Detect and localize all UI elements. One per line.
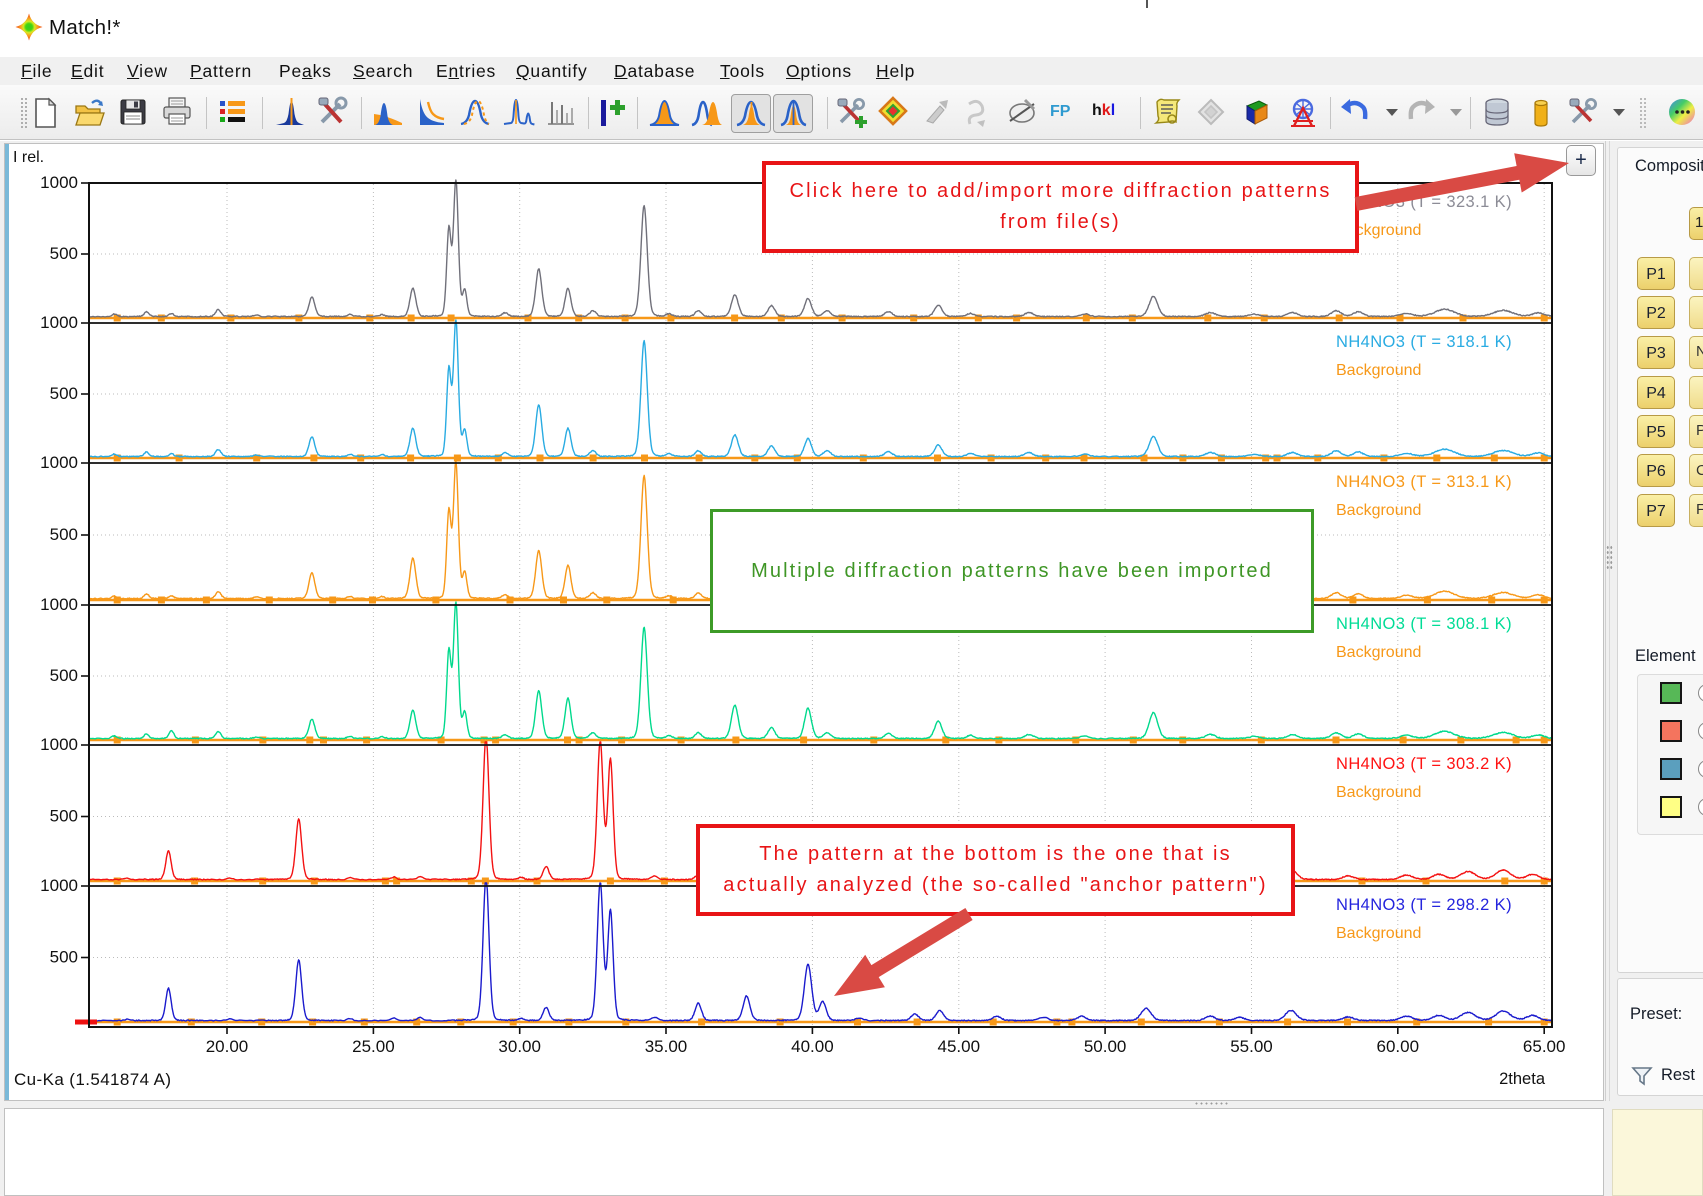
svg-text:1000: 1000 (40, 735, 78, 754)
svg-text:1000: 1000 (40, 876, 78, 895)
svg-text:20.00: 20.00 (206, 1037, 249, 1056)
svg-text:25.00: 25.00 (352, 1037, 395, 1056)
svg-text:45.00: 45.00 (938, 1037, 981, 1056)
svg-text:65.00: 65.00 (1523, 1037, 1566, 1056)
svg-text:Background: Background (1336, 784, 1421, 801)
svg-text:Background: Background (1336, 362, 1421, 379)
svg-text:NH4NO3 (T = 323.1 K): NH4NO3 (T = 323.1 K) (1336, 193, 1512, 211)
svg-text:1000: 1000 (40, 173, 78, 192)
svg-text:1000: 1000 (40, 453, 78, 472)
svg-text:30.00: 30.00 (498, 1037, 541, 1056)
svg-text:55.00: 55.00 (1230, 1037, 1273, 1056)
svg-text:NH4NO3 (T = 318.1 K): NH4NO3 (T = 318.1 K) (1336, 333, 1512, 351)
svg-text:500: 500 (50, 244, 78, 263)
svg-text:500: 500 (50, 807, 78, 826)
svg-text:NH4NO3 (T = 303.2 K): NH4NO3 (T = 303.2 K) (1336, 755, 1512, 773)
svg-text:500: 500 (50, 666, 78, 685)
svg-text:60.00: 60.00 (1377, 1037, 1420, 1056)
svg-text:Background: Background (1336, 925, 1421, 942)
svg-text:NH4NO3 (T = 298.2 K): NH4NO3 (T = 298.2 K) (1336, 896, 1512, 914)
svg-text:35.00: 35.00 (645, 1037, 688, 1056)
svg-text:NH4NO3 (T = 313.1 K): NH4NO3 (T = 313.1 K) (1336, 473, 1512, 491)
svg-text:1000: 1000 (40, 595, 78, 614)
svg-text:Background: Background (1336, 502, 1421, 519)
svg-text:500: 500 (50, 525, 78, 544)
svg-text:Background: Background (1336, 644, 1421, 661)
svg-text:NH4NO3 (T = 308.1 K): NH4NO3 (T = 308.1 K) (1336, 615, 1512, 633)
svg-text:500: 500 (50, 948, 78, 967)
svg-text:40.00: 40.00 (791, 1037, 834, 1056)
svg-text:1000: 1000 (40, 313, 78, 332)
svg-text:50.00: 50.00 (1084, 1037, 1127, 1056)
svg-text:500: 500 (50, 384, 78, 403)
